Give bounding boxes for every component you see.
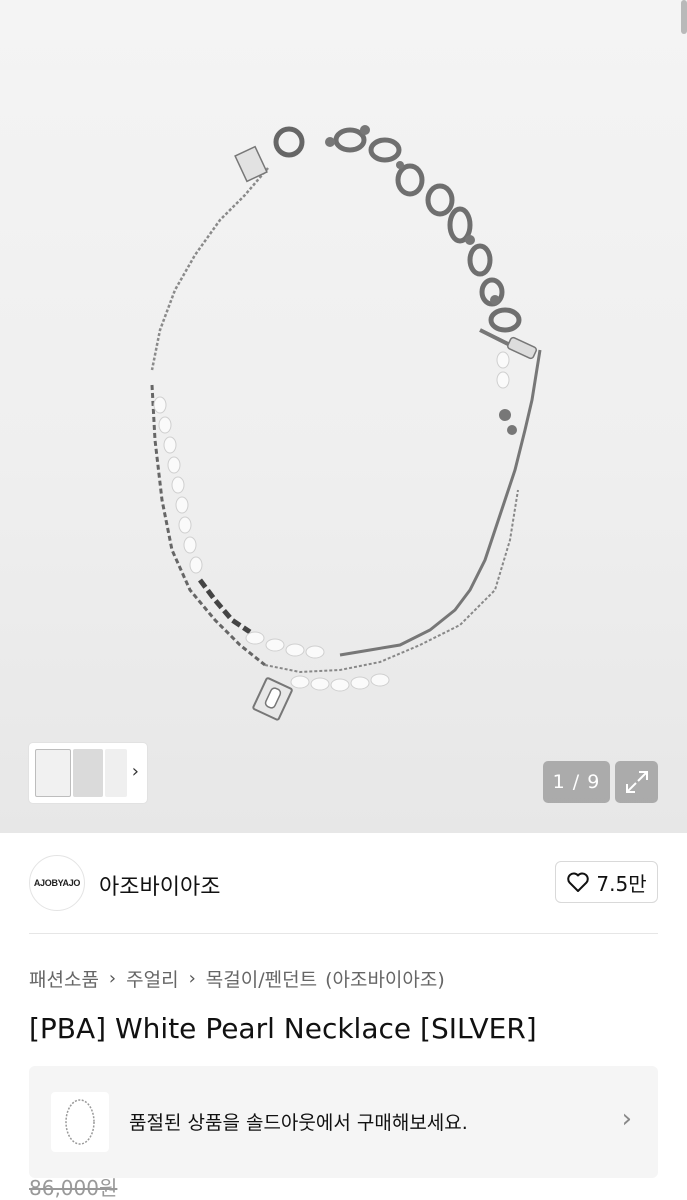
like-button[interactable]: 7.5만	[555, 861, 658, 903]
breadcrumb-item-jewelry[interactable]: 주얼리	[126, 965, 178, 992]
thumbnail-3[interactable]	[105, 749, 127, 797]
brand-row: AJOBYAJO 아조바이아조 7.5만	[29, 855, 658, 911]
chevron-right-icon: ›	[188, 968, 196, 989]
soldout-banner-text: 품절된 상품을 솔드아웃에서 구매해보세요.	[129, 1112, 468, 1134]
like-count: 7.5만	[596, 871, 647, 896]
thumbnail-1[interactable]	[35, 749, 71, 797]
breadcrumb-item-fashion-accessories[interactable]: 패션소품	[29, 965, 99, 992]
breadcrumb-brand[interactable]: (아조바이아조)	[325, 965, 445, 992]
chevron-right-icon[interactable]: ›	[132, 761, 139, 782]
chevron-right-icon: ›	[108, 968, 117, 989]
expand-button[interactable]	[615, 761, 658, 803]
soldout-banner[interactable]: 품절된 상품을 솔드아웃에서 구매해보세요. ›	[29, 1066, 658, 1178]
heart-icon	[567, 872, 590, 892]
soldout-product-thumbnail	[51, 1092, 109, 1152]
breadcrumb: 패션소품 › 주얼리 › 목걸이/펜던트 (아조바이아조)	[29, 965, 445, 992]
image-counter: 1 / 9	[543, 761, 610, 803]
thumbnail-2[interactable]	[73, 749, 103, 797]
brand-logo-text: AJOBYAJO	[33, 878, 81, 888]
expand-icon	[625, 771, 648, 793]
product-image-gallery[interactable]: › 1 / 9	[0, 0, 687, 833]
image-thumbnail-strip[interactable]: ›	[29, 743, 147, 803]
chevron-right-icon: ›	[621, 1104, 632, 1134]
brand-logo[interactable]: AJOBYAJO	[29, 855, 85, 911]
necklace-product-image	[150, 125, 542, 721]
product-title: [PBA] White Pearl Necklace [SILVER]	[29, 1012, 537, 1045]
brand-name[interactable]: 아조바이아조	[99, 869, 220, 901]
original-price: 86,000원	[29, 1176, 118, 1200]
breadcrumb-item-necklace-pendant[interactable]: 목걸이/펜던트	[206, 965, 317, 992]
scrollbar[interactable]	[681, 0, 687, 34]
divider	[29, 933, 658, 934]
